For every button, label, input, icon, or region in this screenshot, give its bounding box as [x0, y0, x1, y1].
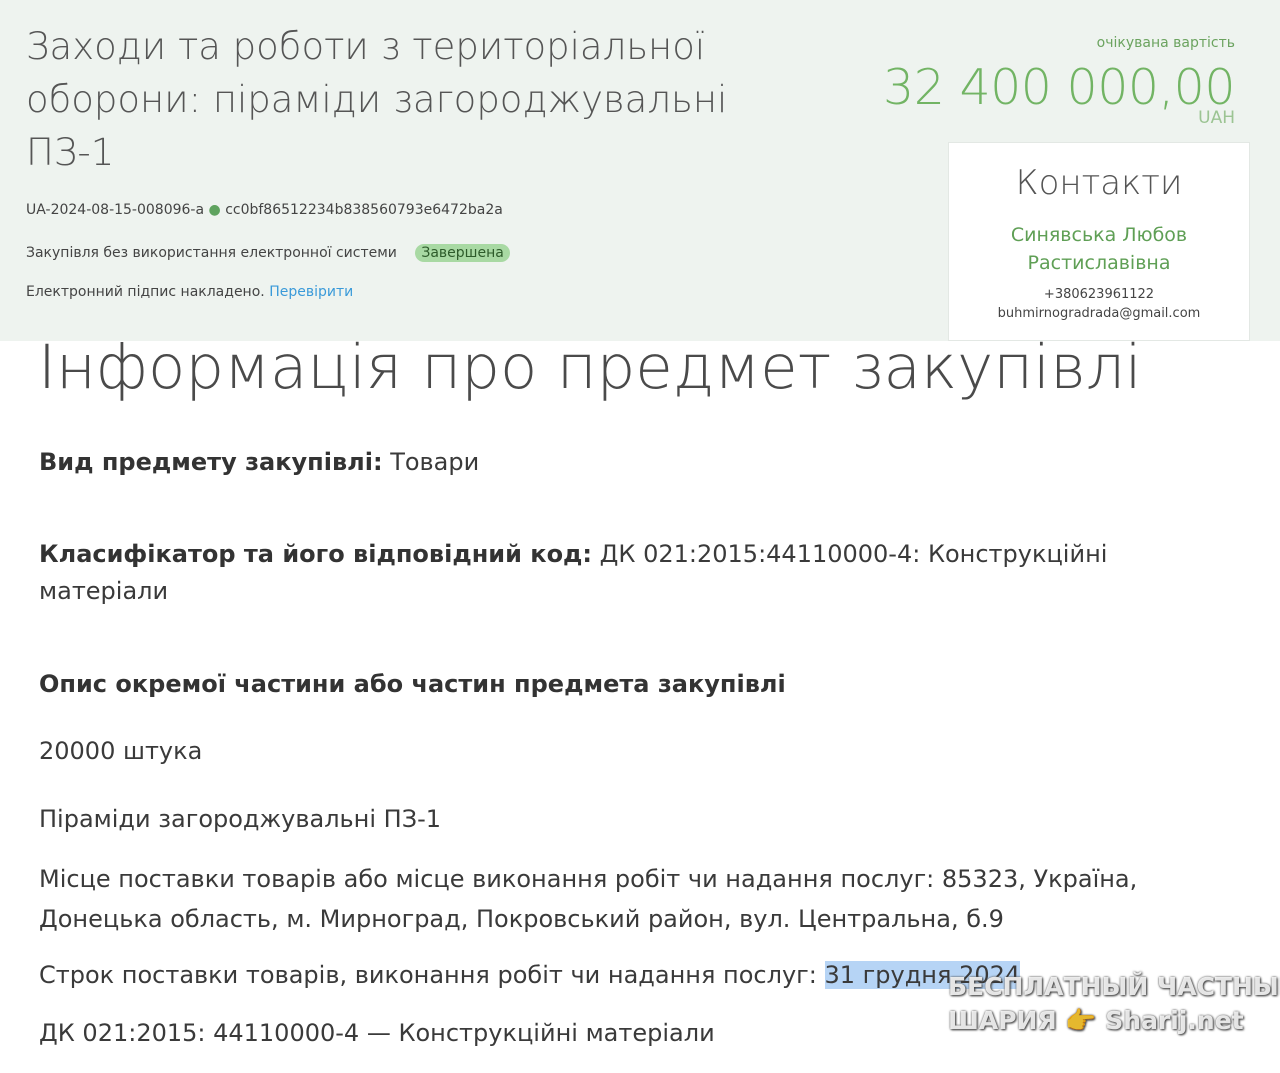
- classifier-field: Класифікатор та його відповідний код: ДК…: [39, 536, 1239, 610]
- delivery-place: Місце поставки товарів або місце виконан…: [39, 865, 1138, 933]
- status-dot-icon: ●: [208, 202, 221, 218]
- status-badge: Завершена: [415, 244, 510, 262]
- contacts-card: Контакти Синявська Любов Растиславівна +…: [948, 142, 1250, 341]
- contact-email[interactable]: buhmirnogradrada@gmail.com: [949, 304, 1249, 323]
- procurement-method-row: Закупівля без використання електронної с…: [26, 244, 510, 262]
- delivery-term-value: 31 грудня 2024: [824, 961, 1021, 989]
- expected-cost-value: 32 400 000,00: [883, 59, 1235, 116]
- description-heading: Опис окремої частини або частин предмета…: [39, 666, 1239, 703]
- classifier-label: Класифікатор та його відповідний код:: [39, 540, 593, 568]
- tender-identifiers: UA-2024-08-15-008096-a ● cc0bf86512234b8…: [26, 202, 503, 218]
- signature-row: Електронний підпис накладено. Перевірити: [26, 284, 353, 300]
- contact-name: Синявська Любов Растиславівна: [1010, 224, 1188, 274]
- signature-text: Електронний підпис накладено.: [26, 284, 265, 300]
- quantity: 20000 штука: [39, 737, 203, 765]
- currency-label: UAH: [1198, 108, 1235, 128]
- tender-hash[interactable]: cc0bf86512234b838560793e6472ba2a: [225, 202, 503, 218]
- delivery-term-label: Строк поставки товарів, виконання робіт …: [39, 961, 817, 989]
- section-title: Інформація про предмет закупівлі: [38, 332, 1142, 403]
- contact-phone[interactable]: +380623961122: [949, 285, 1249, 304]
- contacts-title: Контакти: [1015, 163, 1183, 203]
- tender-header: Заходи та роботи з територіальної оборон…: [0, 0, 1280, 341]
- procurement-type-field: Вид предмету закупівлі: Товари: [39, 444, 1239, 481]
- verify-signature-link[interactable]: Перевірити: [269, 284, 353, 300]
- procurement-type-value: Товари: [390, 448, 480, 476]
- description-heading-text: Опис окремої частини або частин предмета…: [39, 670, 786, 698]
- procurement-type-label: Вид предмету закупівлі:: [39, 448, 383, 476]
- procurement-method: Закупівля без використання електронної с…: [26, 245, 397, 261]
- tender-id[interactable]: UA-2024-08-15-008096-a: [26, 202, 204, 218]
- cpv-code: ДК 021:2015: 44110000-4 — Конструкційні …: [39, 1019, 715, 1047]
- tender-title: Заходи та роботи з територіальної оборон…: [26, 25, 728, 174]
- item-name: Піраміди загороджувальні ПЗ-1: [39, 805, 442, 833]
- expected-cost-label: очікувана вартість: [1096, 35, 1235, 51]
- delivery-term-field: Строк поставки товарів, виконання робіт …: [39, 957, 1239, 994]
